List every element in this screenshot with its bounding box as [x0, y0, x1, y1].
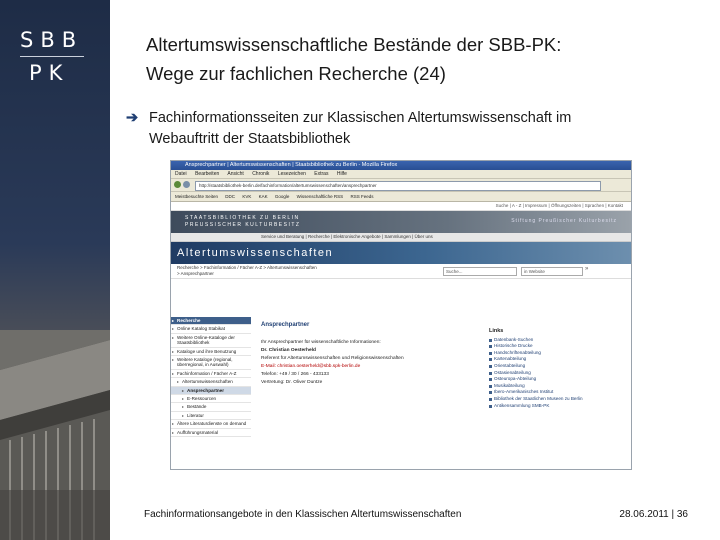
footer-date-page: 28.06.2011 | 36 — [619, 509, 688, 520]
bookmark-item: DDC — [225, 194, 236, 199]
link-item: Bibliothek der Staatlichen Museen zu Ber… — [489, 396, 625, 403]
slide-title-line-1: Altertumswissenschaftliche Bestände der … — [146, 34, 562, 55]
site-search-input: Suche... — [443, 267, 517, 276]
site-left-nav: RechercheOnline Katalog StabikatWeitere … — [171, 317, 251, 438]
left-nav-item: Bestände — [171, 403, 251, 412]
section-banner: Altertumswissenschaften — [171, 242, 631, 264]
browser-screenshot: Ansprechpartner | Altertumswissenschafte… — [170, 160, 632, 470]
browser-address-row: http://staatsbibliothek-berlin.de/fachin… — [171, 179, 631, 192]
site-org-right: Stiftung Preußischer Kulturbesitz — [511, 218, 617, 224]
content-line: Telefon: +49 / 30 / 266 - 433133 — [261, 372, 329, 377]
link-item: Osteuropa-Abteilung — [489, 376, 625, 383]
link-item: Ostasienabteilung — [489, 370, 625, 377]
breadcrumb-line-2: > Ansprechpartner — [177, 271, 214, 276]
menu-item: Bearbeiten — [195, 171, 220, 177]
left-nav-item: Kataloge und ihre Benutzung — [171, 348, 251, 357]
content-heading: Ansprechpartner — [261, 322, 310, 328]
section-heading: Altertumswissenschaften — [177, 247, 334, 259]
sbb-pk-logo: SBB PK — [20, 28, 90, 85]
link-item: Datenbank-Suchen — [489, 337, 625, 344]
site-org-name: STAATSBIBLIOTHEK ZU BERLIN PREUSSISCHER … — [185, 215, 300, 229]
slide-sidebar: SBB PK — [0, 0, 110, 540]
left-nav-item: Fachinformation / Fächer A-Z — [171, 370, 251, 379]
bookmark-item: Google — [274, 194, 290, 199]
footer-caption: Fachinformationsangebote in den Klassisc… — [144, 509, 462, 520]
address-field: http://staatsbibliothek-berlin.de/fachin… — [195, 181, 601, 191]
left-nav-item: Altertumswissenschaften — [171, 378, 251, 387]
logo-divider — [20, 56, 84, 57]
left-nav-item: Aufführungsmaterial — [171, 429, 251, 438]
link-item: Musikabteilung — [489, 383, 625, 390]
bullet-point: ➔ Fachinformationsseiten zur Klassischen… — [126, 108, 706, 150]
link-item: Handschriftenabteilung — [489, 350, 625, 357]
left-nav-item: Ansprechpartner — [171, 386, 251, 396]
bookmarks-bar: Meistbesuchte Seiten DDC KVK KAK Google … — [171, 192, 631, 202]
browser-menu-bar: Datei Bearbeiten Ansicht Chronik Lesezei… — [171, 170, 631, 179]
site-search-scope: in Website — [521, 267, 583, 276]
breadcrumb: Recherche > Fachinformation / Fächer A-Z… — [177, 265, 317, 277]
content-line: E-Mail: christian.oesterheld@sbb.spk-ber… — [261, 364, 361, 369]
content-line: Vertretung: Dr. Oliver Duntze — [261, 380, 323, 385]
site-top-links: Suche | A - Z | Impressum | Öffnungszeit… — [171, 202, 631, 211]
bullet-text-line-2: Webauftritt der Staatsbibliothek — [149, 131, 351, 147]
link-item: Ibero-Amerikanisches Institut — [489, 389, 625, 396]
links-heading: Links — [489, 328, 504, 334]
link-item: Historische Drucke — [489, 343, 625, 350]
breadcrumb-row: Recherche > Fachinformation / Fächer A-Z… — [171, 264, 631, 279]
site-nav-bar: Service und Beratung | Recherche | Elekt… — [171, 233, 631, 242]
forward-icon — [183, 181, 190, 188]
back-icon — [174, 181, 181, 188]
contact-content: Ansprechpartner Ihr Ansprechpartner für … — [261, 321, 481, 387]
left-nav-item: Literatur — [171, 412, 251, 421]
logo-line-2: PK — [29, 61, 70, 85]
menu-item: Chronik — [252, 171, 270, 177]
library-building-photo — [0, 330, 110, 540]
bullet-text-line-1: Fachinformationsseiten zur Klassischen A… — [149, 110, 572, 126]
menu-item: Hilfe — [336, 171, 347, 177]
bookmark-item: KAK — [258, 194, 268, 199]
left-nav-item: Recherche — [171, 317, 251, 326]
content-line: Ihr Ansprechpartner für wissenschaftlich… — [261, 340, 381, 345]
bookmark-item: Meistbesuchte Seiten — [175, 194, 219, 199]
links-panel: Links Datenbank-Suchen Historische Drucke… — [489, 328, 625, 409]
browser-title-bar: Ansprechpartner | Altertumswissenschafte… — [171, 161, 631, 170]
content-line: Dr. Christian Oesterheld — [261, 348, 316, 353]
left-nav-item: Online Katalog Stabikat — [171, 325, 251, 334]
bookmark-item: Wissenschaftliche RSS — [296, 194, 344, 199]
link-item: Kartenabteilung — [489, 356, 625, 363]
site-banner: STAATSBIBLIOTHEK ZU BERLIN PREUSSISCHER … — [171, 211, 631, 233]
site-org-line-1: STAATSBIBLIOTHEK ZU BERLIN — [185, 215, 300, 221]
arrow-bullet-icon: ➔ — [126, 110, 139, 126]
logo-line-1: SBB — [20, 28, 84, 52]
site-org-line-2: PREUSSISCHER KULTURBESITZ — [185, 222, 301, 228]
left-nav-item: Weitere Kataloge (regional, überregional… — [171, 356, 251, 370]
slide-title-line-2: Wege zur fachlichen Recherche (24) — [146, 63, 446, 84]
left-nav-item: E-Ressourcen — [171, 395, 251, 404]
menu-item: Lesezeichen — [277, 171, 306, 177]
search-go-icon: » — [585, 266, 589, 272]
left-nav-item: Ältere Literaturdienste on demand — [171, 420, 251, 429]
link-item: Antikensammlung SMB-PK — [489, 403, 625, 410]
left-nav-item: Weitere Online-Kataloge der Staatsbiblio… — [171, 334, 251, 348]
menu-item: Datei — [175, 171, 187, 177]
menu-item: Extras — [314, 171, 329, 177]
menu-item: Ansicht — [227, 171, 244, 177]
content-line: Referent für Altertumswissenschaften und… — [261, 356, 404, 361]
bookmark-item: RSS Feeds — [350, 194, 374, 199]
slide-title: Altertumswissenschaftliche Bestände der … — [146, 30, 706, 88]
link-item: Orientabteilung — [489, 363, 625, 370]
bookmark-item: KVK — [242, 194, 252, 199]
bullet-text: Fachinformationsseiten zur Klassischen A… — [149, 108, 706, 150]
